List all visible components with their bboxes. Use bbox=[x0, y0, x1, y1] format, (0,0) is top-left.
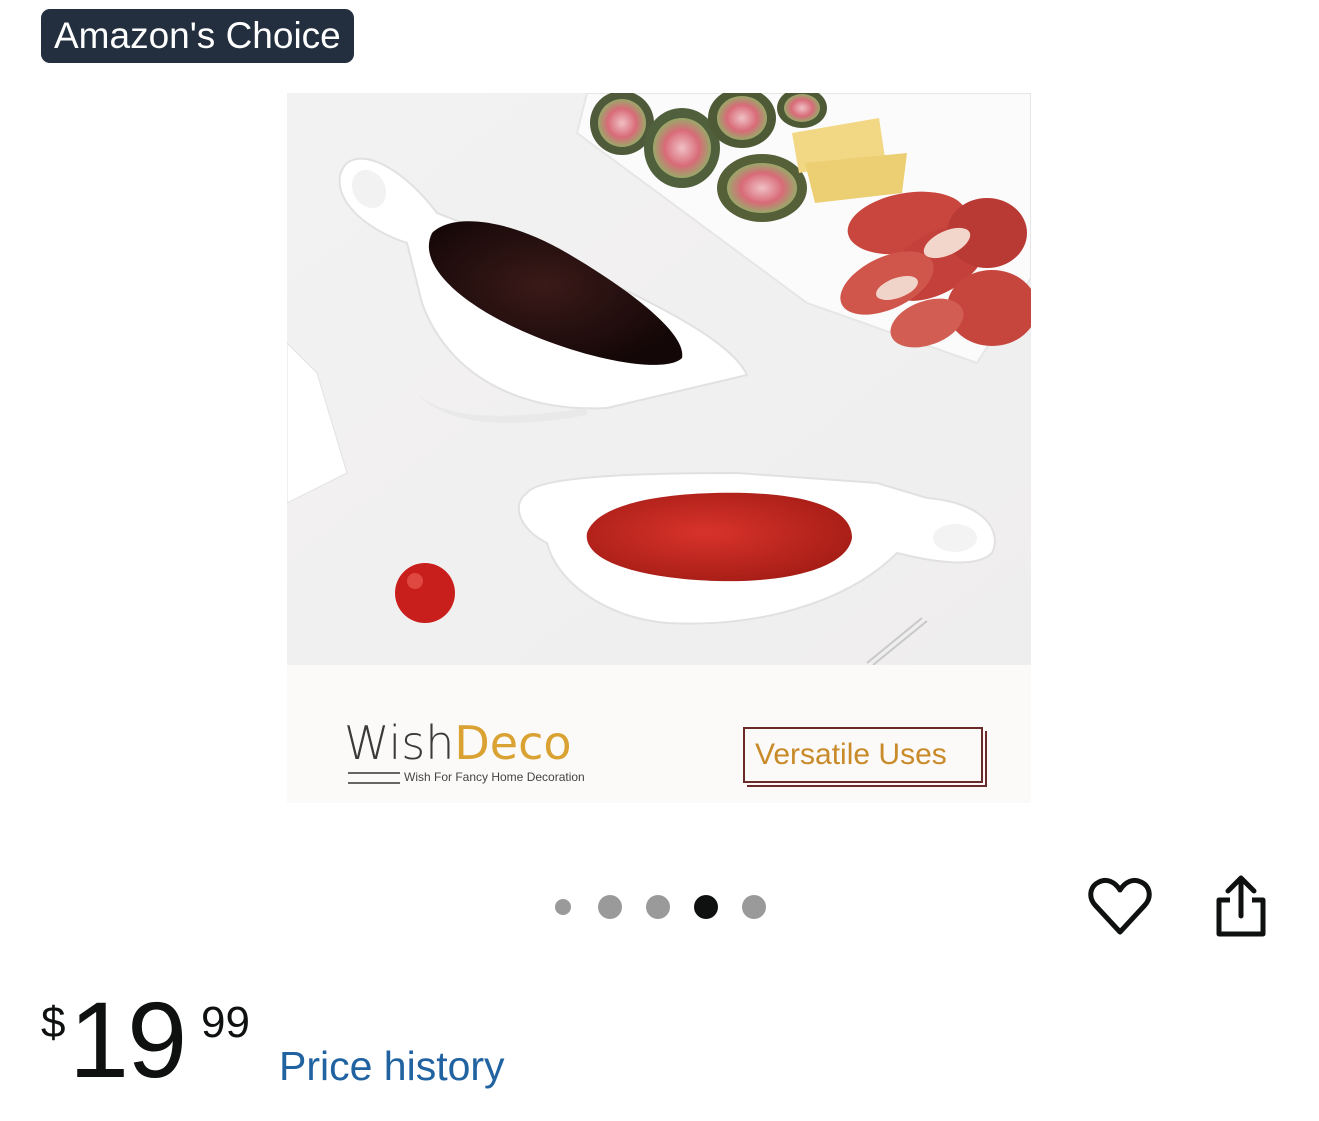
feature-label: Versatile Uses bbox=[755, 738, 947, 771]
brand-name-part1: Wish bbox=[344, 716, 455, 770]
carousel-dot[interactable] bbox=[742, 895, 766, 919]
price-whole: 19 bbox=[69, 979, 187, 1100]
carousel-dot[interactable] bbox=[598, 895, 622, 919]
product-image[interactable]: WishDeco Wish For Fancy Home Decoration … bbox=[287, 93, 1031, 803]
image-carousel-dots bbox=[550, 890, 780, 924]
product-photo bbox=[287, 93, 1031, 803]
carousel-dot[interactable] bbox=[646, 895, 670, 919]
price-history-link[interactable]: Price history bbox=[279, 1043, 505, 1090]
brand-logo: WishDeco Wish For Fancy Home Decoration bbox=[344, 716, 585, 786]
price-currency-symbol: $ bbox=[41, 998, 66, 1047]
amazons-choice-badge: Amazon's Choice bbox=[41, 9, 354, 63]
carousel-dot[interactable] bbox=[694, 895, 718, 919]
heart-icon bbox=[1088, 877, 1152, 935]
brand-tagline: Wish For Fancy Home Decoration bbox=[404, 770, 585, 784]
feature-label-box: Versatile Uses bbox=[743, 727, 983, 783]
share-button[interactable] bbox=[1212, 874, 1270, 940]
price-fraction: 99 bbox=[201, 998, 250, 1047]
wave-icon bbox=[348, 771, 400, 784]
share-icon bbox=[1216, 875, 1266, 937]
wishlist-button[interactable] bbox=[1087, 874, 1153, 940]
brand-name-part2: Deco bbox=[454, 716, 572, 770]
carousel-dot[interactable] bbox=[555, 899, 571, 915]
